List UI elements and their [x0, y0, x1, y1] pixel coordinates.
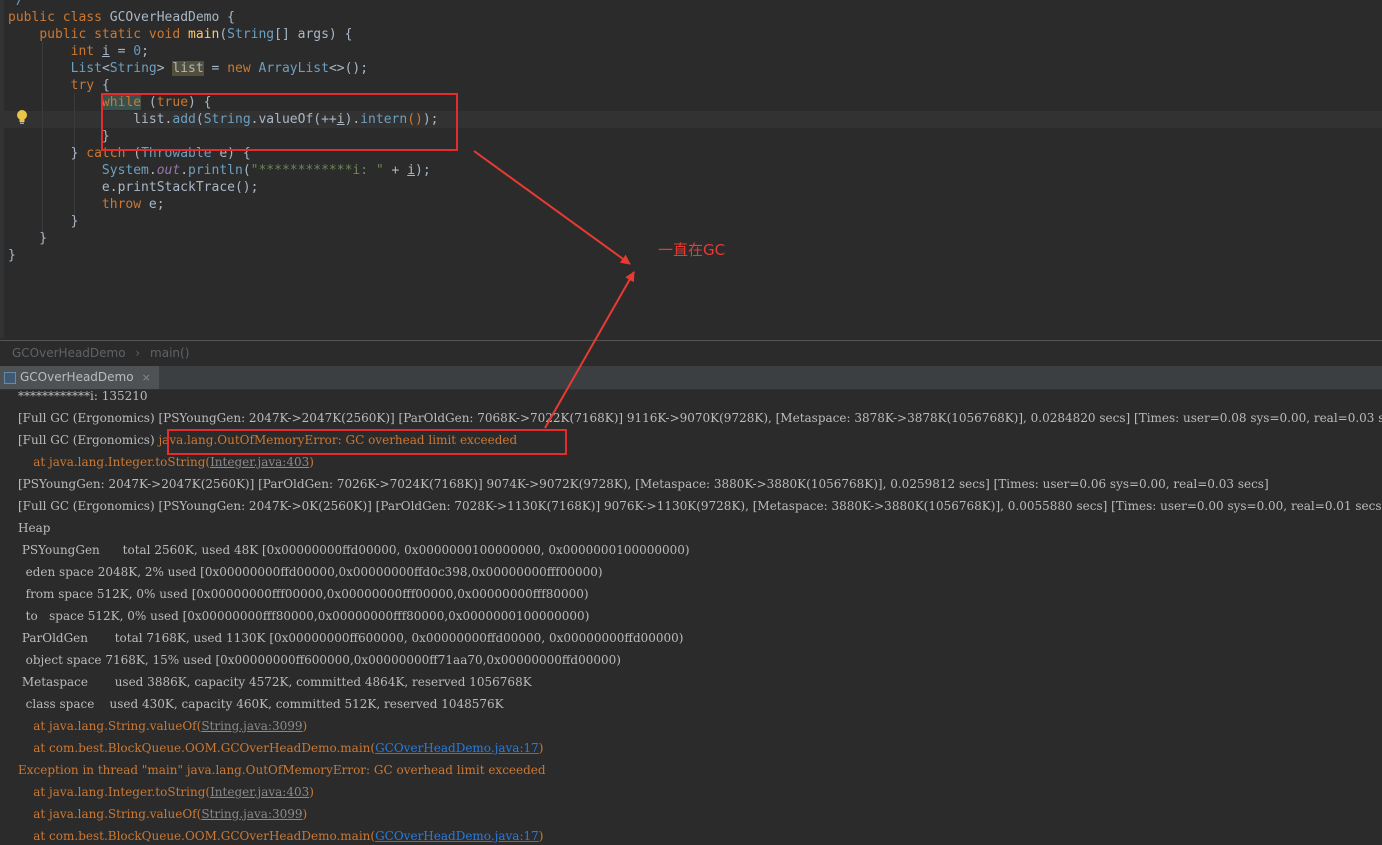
console-line: at java.lang.String.valueOf(String.java:… — [33, 807, 308, 821]
code-line[interactable]: try { — [8, 77, 110, 94]
code-line[interactable]: int i = 0; — [8, 43, 149, 60]
code-line[interactable]: public static void main(String[] args) { — [8, 26, 352, 43]
console-line: Exception in thread "main" java.lang.Out… — [18, 763, 546, 777]
editor-gutter — [0, 0, 4, 338]
console-output[interactable]: ************i: 135210 [Full GC (Ergonomic… — [0, 390, 1382, 845]
code-line[interactable]: } — [8, 213, 79, 230]
code-line[interactable]: public class GCOverHeadDemo { — [8, 9, 235, 26]
breadcrumb-method[interactable]: main() — [150, 346, 189, 360]
run-tab-bar: GCOverHeadDemo × — [0, 366, 1382, 390]
console-line: Metaspace used 3886K, capacity 4572K, co… — [18, 675, 532, 689]
console-line: from space 512K, 0% used [0x00000000fff0… — [18, 587, 589, 601]
run-tab-label: GCOverHeadDemo — [20, 370, 134, 384]
run-config-icon — [4, 371, 16, 384]
console-line: ************i: 135210 — [18, 390, 148, 403]
console-line: PSYoungGen total 2560K, used 48K [0x0000… — [18, 543, 690, 557]
console-line: at java.lang.Integer.toString(Integer.ja… — [33, 785, 314, 799]
annotation-label: 一直在GC — [658, 241, 726, 259]
console-line: Heap — [18, 521, 51, 535]
code-line[interactable]: e.printStackTrace(); — [8, 179, 259, 196]
console-line: [PSYoungGen: 2047K->2047K(2560K)] [ParOl… — [18, 477, 1269, 491]
code-line[interactable]: throw e; — [8, 196, 165, 213]
code-line[interactable]: } — [8, 247, 16, 264]
console-line: class space used 430K, capacity 460K, co… — [18, 697, 504, 711]
console-line: at com.best.BlockQueue.OOM.GCOverHeadDem… — [33, 741, 544, 755]
console-line: [Full GC (Ergonomics) [PSYoungGen: 2047K… — [18, 499, 1382, 513]
close-icon[interactable]: × — [142, 366, 151, 389]
code-line[interactable]: } — [8, 128, 110, 145]
console-line: to space 512K, 0% used [0x00000000fff800… — [18, 609, 590, 623]
code-line[interactable]: System.out.println("************i: " + i… — [8, 162, 431, 179]
console-line: [Full GC (Ergonomics) [PSYoungGen: 2047K… — [18, 411, 1382, 425]
highlight-box-while-loop — [101, 93, 458, 151]
breadcrumb-class[interactable]: GCOverHeadDemo — [12, 346, 126, 360]
highlight-box-oom-error — [167, 429, 567, 455]
console-line: eden space 2048K, 2% used [0x00000000ffd… — [18, 565, 603, 579]
breadcrumb: GCOverHeadDemo › main() — [0, 340, 1382, 365]
code-editor[interactable]: */public class GCOverHeadDemo { public s… — [0, 0, 1382, 338]
console-line: at java.lang.String.valueOf(String.java:… — [33, 719, 308, 733]
code-line[interactable]: } — [8, 230, 47, 247]
breadcrumb-separator: › — [135, 346, 141, 360]
console-line: at com.best.BlockQueue.OOM.GCOverHeadDem… — [33, 829, 544, 843]
console-line: ParOldGen total 7168K, used 1130K [0x000… — [18, 631, 684, 645]
code-line[interactable]: List<String> list = new ArrayList<>(); — [8, 60, 368, 77]
run-tab[interactable]: GCOverHeadDemo × — [0, 366, 159, 389]
console-line: object space 7168K, 15% used [0x00000000… — [18, 653, 621, 667]
code-line[interactable]: */ — [8, 0, 24, 9]
